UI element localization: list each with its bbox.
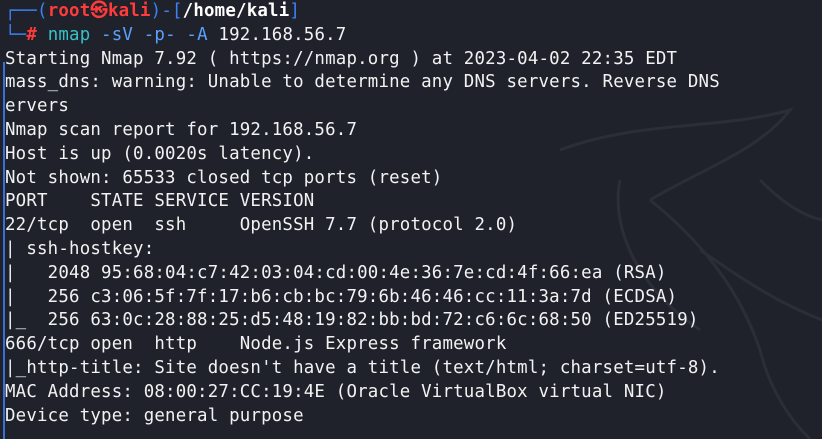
terminal-output: ┌──(root㉿kali)-[/home/kali] └─# nmap -sV…	[5, 0, 820, 428]
command-name: nmap	[47, 24, 91, 45]
output-line: 666/tcp open http Node.js Express framew…	[5, 334, 507, 355]
output-line: | ssh-hostkey:	[5, 238, 155, 259]
output-line: Nmap scan report for 192.168.56.7	[5, 119, 358, 140]
prompt-corner-top: ┌──(	[5, 1, 48, 21]
prompt-path: /home/kali	[182, 1, 290, 21]
prompt-line-top: ┌──(root㉿kali)-[/home/kali]	[5, 0, 820, 24]
prompt-corner-bottom: └─	[5, 24, 27, 45]
command-flag-p: -p-	[143, 24, 176, 45]
output-line: 22/tcp open ssh OpenSSH 7.7 (protocol 2.…	[5, 215, 518, 236]
output-line: | 2048 95:68:04:c7:42:03:04:cd:00:4e:36:…	[5, 262, 667, 283]
command-flag-sv: -sV	[101, 24, 134, 45]
prompt-user: root	[47, 1, 91, 21]
output-line: MAC Address: 08:00:27:CC:19:4E (Oracle V…	[5, 381, 667, 402]
output-line: Starting Nmap 7.92 ( https://nmap.org ) …	[5, 48, 678, 69]
prompt-separator: )-[	[150, 1, 183, 21]
output-line: ervers	[5, 96, 70, 117]
command-target: 192.168.56.7	[218, 24, 347, 45]
output-line: mass_dns: warning: Unable to determine a…	[5, 72, 720, 93]
prompt-bracket-close: ]	[289, 1, 301, 21]
terminal-window[interactable]: ┌──(root㉿kali)-[/home/kali] └─# nmap -sV…	[0, 0, 822, 439]
prompt-hash: #	[26, 24, 38, 45]
output-line: | 256 c3:06:5f:7f:17:b6:cb:bc:79:6b:46:4…	[5, 286, 678, 307]
output-line: |_http-title: Site doesn't have a title …	[5, 357, 720, 378]
prompt-host: kali	[107, 1, 151, 21]
command-flag-a: -A	[186, 24, 208, 45]
output-line: PORT STATE SERVICE VERSION	[5, 191, 315, 212]
output-line: Host is up (0.0020s latency).	[5, 143, 315, 164]
prompt-at-icon: ㉿	[90, 1, 108, 21]
output-line: Not shown: 65533 closed tcp ports (reset…	[5, 167, 443, 188]
command-line[interactable]: └─# nmap -sV -p- -A 192.168.56.7	[5, 24, 820, 48]
output-line: |_ 256 63:0c:28:88:25:d5:48:19:82:bb:bd:…	[5, 310, 699, 331]
output-line: Device type: general purpose	[5, 405, 304, 426]
